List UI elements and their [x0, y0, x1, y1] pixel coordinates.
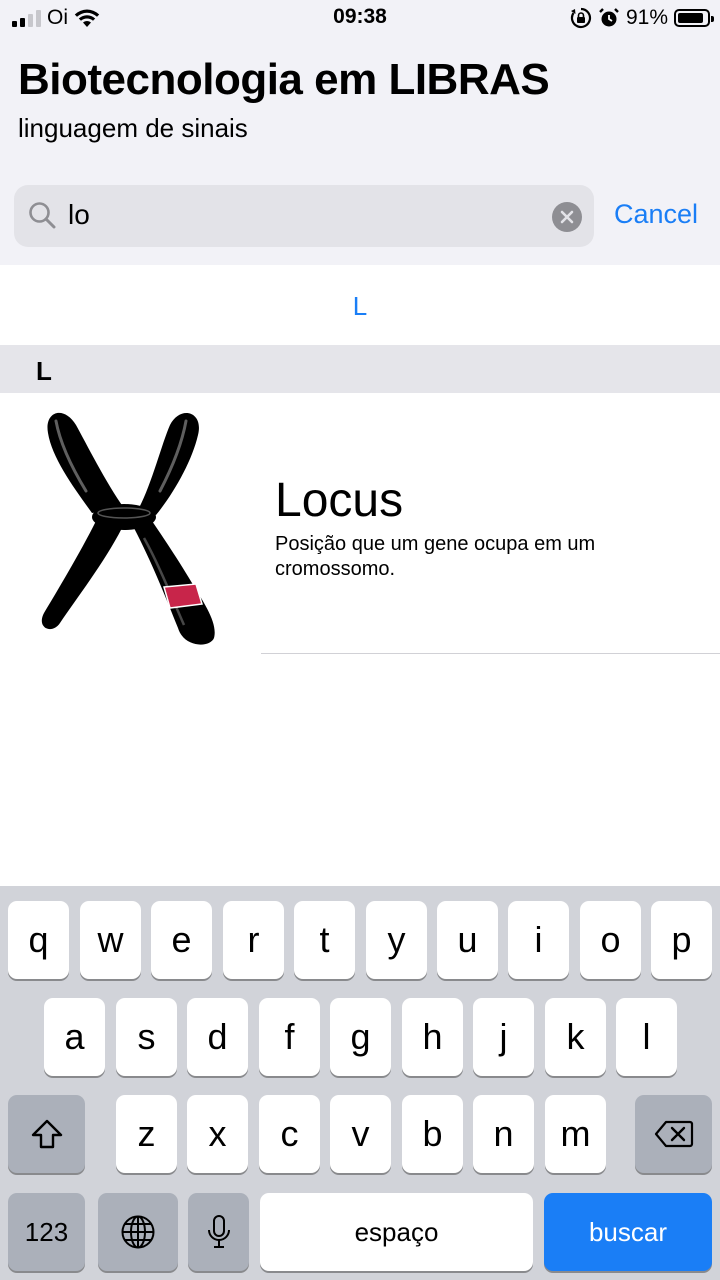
section-letter: L: [36, 356, 52, 386]
globe-key[interactable]: [98, 1193, 178, 1271]
chromosome-icon: [41, 412, 215, 645]
row-divider: [261, 653, 720, 654]
key-t[interactable]: t: [294, 901, 355, 979]
section-header: L: [0, 345, 720, 393]
globe-icon: [121, 1215, 155, 1249]
search-icon: [29, 202, 56, 229]
list-item[interactable]: Locus Posição que um gene ocupa em um cr…: [0, 393, 720, 655]
search-query[interactable]: lo: [68, 199, 90, 231]
key-x[interactable]: x: [187, 1095, 248, 1173]
key-m[interactable]: m: [545, 1095, 606, 1173]
key-s[interactable]: s: [116, 998, 177, 1076]
shift-key[interactable]: [8, 1095, 85, 1173]
index-bar: L: [0, 265, 720, 345]
key-w[interactable]: w: [80, 901, 141, 979]
key-z[interactable]: z: [116, 1095, 177, 1173]
key-y[interactable]: y: [366, 901, 427, 979]
result-title: Locus: [275, 474, 404, 527]
key-r[interactable]: r: [223, 901, 284, 979]
battery-icon: [674, 9, 714, 27]
key-k[interactable]: k: [545, 998, 606, 1076]
key-o[interactable]: o: [580, 901, 641, 979]
search-input[interactable]: lo: [14, 185, 594, 247]
dictation-key[interactable]: [188, 1193, 249, 1271]
key-h[interactable]: h: [402, 998, 463, 1076]
key-j[interactable]: j: [473, 998, 534, 1076]
key-p[interactable]: p: [651, 901, 712, 979]
key-a[interactable]: a: [44, 998, 105, 1076]
cancel-button[interactable]: Cancel: [614, 199, 698, 230]
index-letter-l[interactable]: L: [0, 291, 720, 322]
result-description: Posição que um gene ocupa em um cromosso…: [275, 533, 596, 580]
battery-percentage: 91%: [625, 6, 668, 29]
key-d[interactable]: d: [187, 998, 248, 1076]
key-b[interactable]: b: [402, 1095, 463, 1173]
page-title: Biotecnologia em LIBRAS: [18, 55, 550, 104]
microphone-icon: [207, 1215, 230, 1248]
numbers-key[interactable]: 123: [8, 1193, 85, 1271]
key-v[interactable]: v: [330, 1095, 391, 1173]
status-right: 91%: [570, 6, 714, 30]
status-bar: Oi 09:38 91%: [0, 0, 720, 36]
page-subtitle: linguagem de sinais: [18, 113, 248, 143]
key-c[interactable]: c: [259, 1095, 320, 1173]
key-u[interactable]: u: [437, 901, 498, 979]
space-key[interactable]: espaço: [260, 1193, 533, 1271]
alarm-icon: [599, 8, 619, 27]
key-l[interactable]: l: [616, 998, 677, 1076]
shift-icon: [31, 1119, 62, 1149]
clear-search-icon[interactable]: [552, 202, 582, 232]
keyboard: q w e r t y u i o p a s d f g h j k l z …: [0, 886, 720, 1280]
orientation-lock-icon: [570, 7, 592, 29]
search-return-key[interactable]: buscar: [544, 1193, 712, 1271]
key-q[interactable]: q: [8, 901, 69, 979]
key-e[interactable]: e: [151, 901, 212, 979]
key-n[interactable]: n: [473, 1095, 534, 1173]
key-g[interactable]: g: [330, 998, 391, 1076]
key-i[interactable]: i: [508, 901, 569, 979]
key-f[interactable]: f: [259, 998, 320, 1076]
backspace-icon: [654, 1120, 693, 1148]
backspace-key[interactable]: [635, 1095, 712, 1173]
